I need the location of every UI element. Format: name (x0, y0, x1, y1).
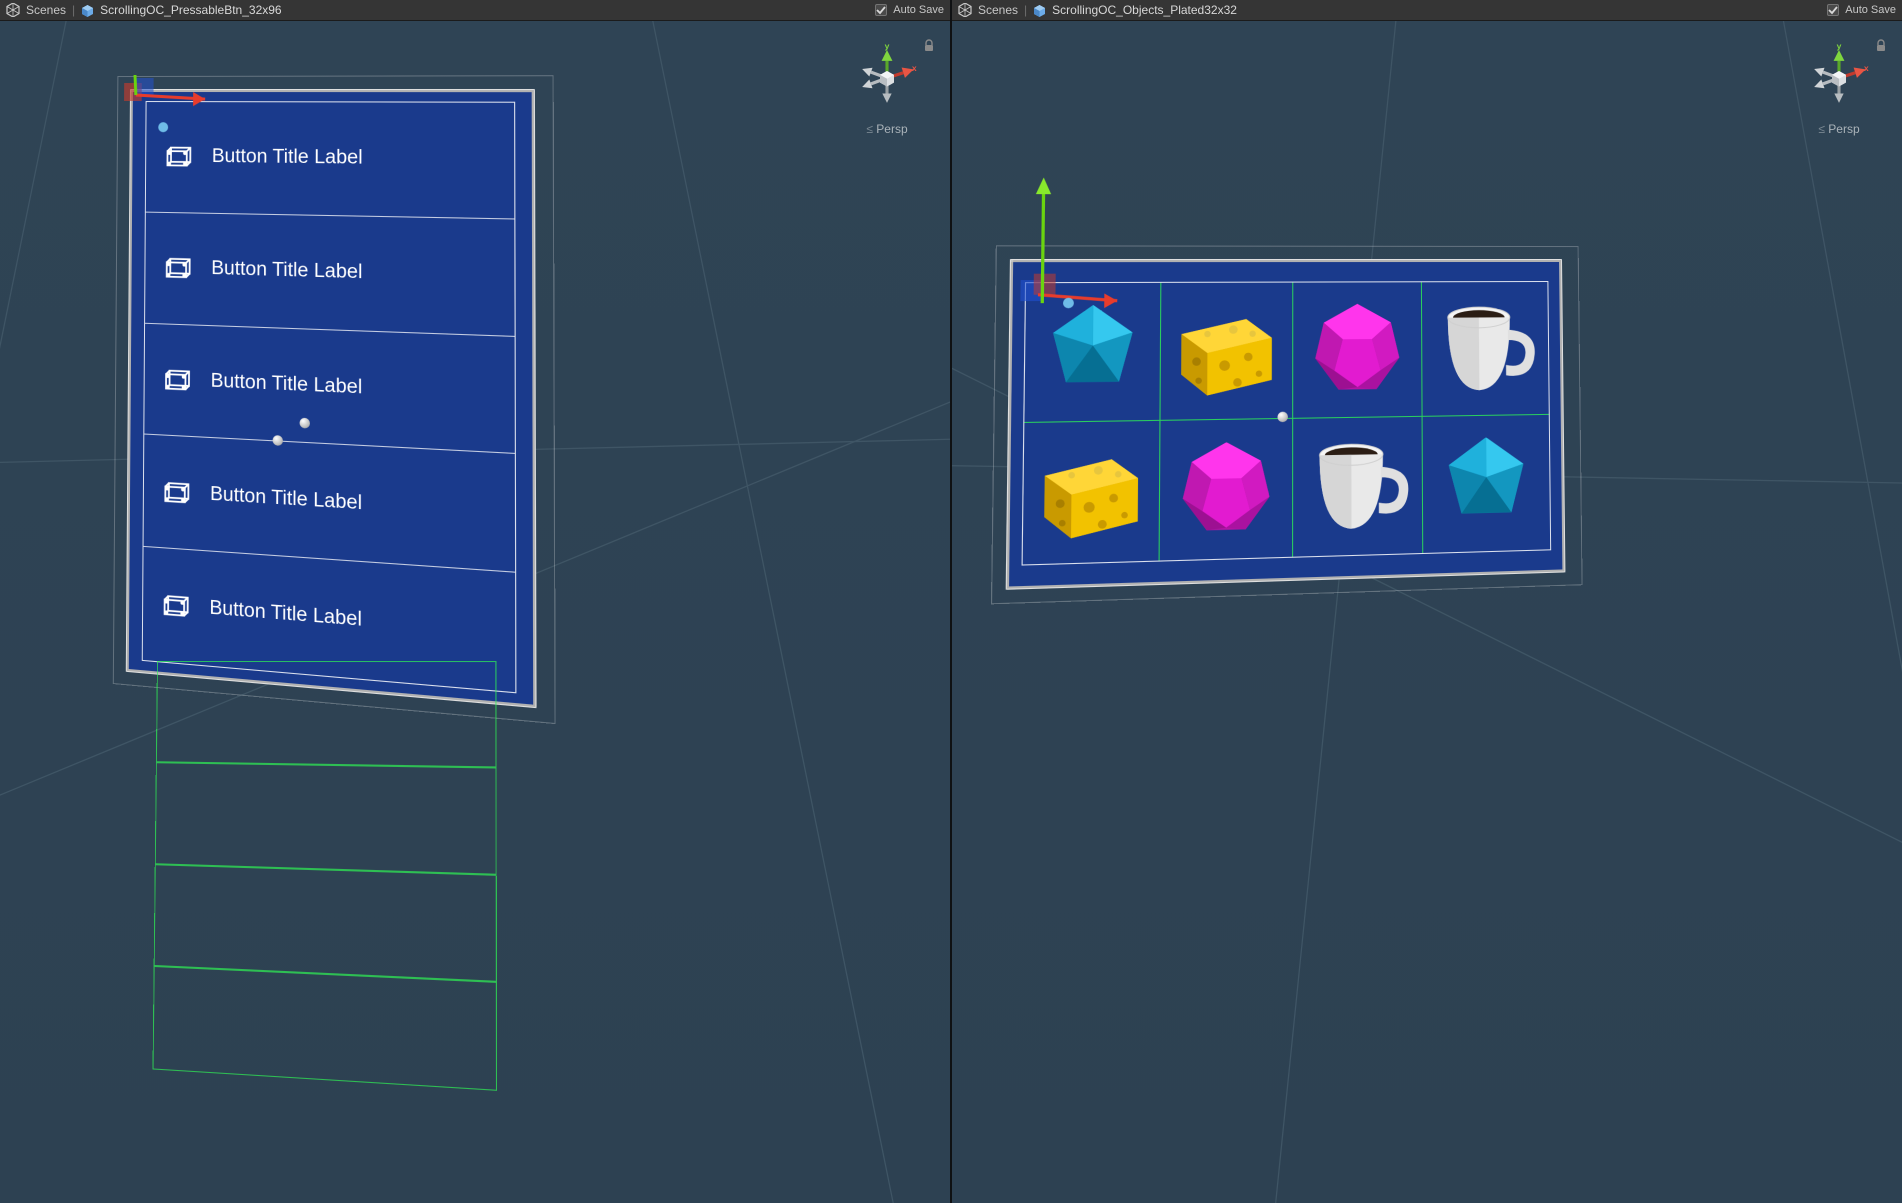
button-label: Button Title Label (210, 483, 495, 524)
y-axis-arrow (1031, 177, 1054, 303)
scene-grid (952, 21, 1902, 1203)
prefab-cube-icon (81, 4, 94, 17)
breadcrumb-separator: | (72, 3, 75, 17)
autosave-label: Auto Save (893, 4, 944, 16)
grid-item-cheese[interactable] (1161, 283, 1294, 421)
button-box-icon (164, 142, 194, 173)
breadcrumb-separator: | (1024, 3, 1027, 17)
scene-toolbar-right: Scenes | ScrollingOC_Objects_Plated32x32… (952, 0, 1902, 21)
panel-content: Button Title Label Button Title Label Bu… (142, 101, 517, 693)
scene-name[interactable]: ScrollingOC_PressableBtn_32x96 (100, 3, 281, 17)
scroll-panel[interactable] (1006, 259, 1566, 590)
editor-split: Scenes | ScrollingOC_PressableBtn_32x96 … (0, 0, 1902, 1203)
button-box-icon (162, 364, 192, 396)
scroll-panel[interactable]: Button Title Label Button Title Label Bu… (126, 89, 537, 708)
button-box-icon (162, 476, 192, 509)
button-label: Button Title Label (211, 258, 495, 289)
scene-pane-left: Scenes | ScrollingOC_PressableBtn_32x96 … (0, 0, 950, 1203)
scene-viewport-left[interactable]: ≤ Persp Button Title Label Button Title … (0, 21, 950, 1203)
grid-item-dodecahedron[interactable] (1160, 419, 1294, 561)
pressable-button[interactable]: Button Title Label (145, 212, 515, 336)
pressable-button[interactable]: Button Title Label (144, 323, 515, 454)
button-box-icon (163, 253, 193, 284)
button-label: Button Title Label (212, 146, 495, 172)
grid-item-cheese[interactable] (1023, 421, 1161, 565)
button-label: Button Title Label (211, 370, 495, 406)
unity-logo-icon (6, 3, 20, 17)
lock-icon[interactable] (922, 39, 936, 53)
transform-gizmo[interactable] (116, 75, 215, 146)
scene-name[interactable]: ScrollingOC_Objects_Plated32x32 (1052, 3, 1237, 17)
autosave-checkbox[interactable] (875, 4, 887, 16)
orientation-gizmo[interactable]: ≤ Persp (1794, 43, 1884, 143)
grid-item-dodecahedron[interactable] (1293, 282, 1422, 419)
pivot-sphere (300, 418, 310, 429)
camera-mode-label[interactable]: ≤ Persp (1794, 122, 1884, 136)
pivot-sphere (273, 435, 283, 446)
unity-logo-icon (958, 3, 972, 17)
grid-item-icosahedron[interactable] (1423, 415, 1551, 553)
prefab-cube-icon (1033, 4, 1046, 17)
button-box-icon (161, 589, 191, 622)
grid-item-mug[interactable] (1293, 417, 1423, 557)
autosave-label: Auto Save (1845, 4, 1896, 16)
breadcrumb-root[interactable]: Scenes (26, 3, 66, 17)
grid-item-mug[interactable] (1422, 282, 1549, 417)
scene-pane-right: Scenes | ScrollingOC_Objects_Plated32x32… (952, 0, 1902, 1203)
autosave-checkbox[interactable] (1827, 4, 1839, 16)
breadcrumb-root[interactable]: Scenes (978, 3, 1018, 17)
scene-toolbar-left: Scenes | ScrollingOC_PressableBtn_32x96 … (0, 0, 950, 21)
scene-viewport-right[interactable]: ≤ Persp (952, 21, 1902, 1203)
orientation-gizmo[interactable]: ≤ Persp (842, 43, 932, 143)
button-label: Button Title Label (209, 597, 495, 643)
lock-icon[interactable] (1874, 39, 1888, 53)
camera-mode-label[interactable]: ≤ Persp (842, 122, 932, 136)
